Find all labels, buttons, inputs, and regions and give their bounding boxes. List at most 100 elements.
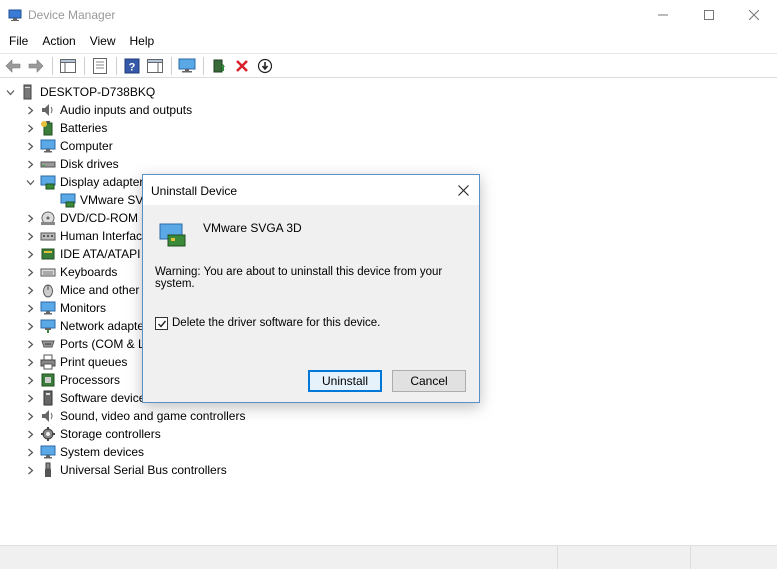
checkmark-icon xyxy=(157,320,166,328)
toolbar: ? xyxy=(0,53,777,78)
tree-item-label: Processors xyxy=(60,373,121,387)
minimize-button[interactable] xyxy=(640,0,686,30)
dialog-close-button[interactable] xyxy=(451,179,475,201)
network-adapter-icon xyxy=(40,319,56,333)
toolbar-separator xyxy=(52,56,53,75)
chevron-right-icon[interactable] xyxy=(24,263,36,281)
device-manager-icon xyxy=(8,9,22,21)
title-bar: Device Manager xyxy=(0,0,777,30)
processor-icon xyxy=(41,373,55,387)
chevron-right-icon[interactable] xyxy=(24,155,36,173)
action-pane-button[interactable] xyxy=(144,55,166,77)
battery-icon xyxy=(41,121,53,136)
dvd-drive-icon xyxy=(41,211,55,225)
tree-item-label: Software devices xyxy=(60,391,152,405)
tree-item-storage[interactable]: Storage controllers xyxy=(24,425,161,443)
chevron-down-icon[interactable] xyxy=(24,173,36,191)
help-button[interactable]: ? xyxy=(121,55,143,77)
tree-item-monitors[interactable]: Monitors xyxy=(24,299,106,317)
storage-controller-icon xyxy=(41,427,55,441)
status-bar xyxy=(0,545,777,569)
tree-item-display-adapters[interactable]: Display adapters xyxy=(24,173,149,191)
scan-hardware-icon xyxy=(257,58,273,73)
tree-item-keyboards[interactable]: Keyboards xyxy=(24,263,117,281)
toolbar-separator xyxy=(116,56,117,75)
chevron-right-icon[interactable] xyxy=(24,353,36,371)
show-hide-console-tree-icon xyxy=(60,58,76,73)
cancel-button[interactable]: Cancel xyxy=(392,370,466,392)
back-arrow-icon xyxy=(5,58,21,73)
chevron-right-icon[interactable] xyxy=(24,407,36,425)
forward-button[interactable] xyxy=(25,55,47,77)
chevron-right-icon[interactable] xyxy=(24,209,36,227)
tree-item-computer[interactable]: Computer xyxy=(24,137,113,155)
device-name: VMware SVGA 3D xyxy=(203,221,302,235)
uninstall-button[interactable]: Uninstall xyxy=(308,370,382,392)
chevron-right-icon[interactable] xyxy=(24,461,36,479)
tree-item-label: Batteries xyxy=(60,121,108,135)
tree-item-network-adapters[interactable]: Network adapters xyxy=(24,317,154,335)
chevron-right-icon[interactable] xyxy=(24,425,36,443)
tree-root-label: DESKTOP-D738BKQ xyxy=(40,85,156,99)
tree-item-batteries[interactable]: Batteries xyxy=(24,119,107,137)
update-driver-button[interactable] xyxy=(208,55,230,77)
menu-file[interactable]: File xyxy=(2,31,35,51)
back-button[interactable] xyxy=(2,55,24,77)
tree-item-usb[interactable]: Universal Serial Bus controllers xyxy=(24,461,227,479)
tree-item-software-devices[interactable]: Software devices xyxy=(24,389,151,407)
properties-button[interactable] xyxy=(89,55,111,77)
chevron-right-icon[interactable] xyxy=(24,245,36,263)
monitor-button[interactable] xyxy=(176,55,198,77)
chevron-right-icon[interactable] xyxy=(24,335,36,353)
chevron-right-icon[interactable] xyxy=(24,119,36,137)
tree-item-print-queues[interactable]: Print queues xyxy=(24,353,127,371)
scan-hardware-button[interactable] xyxy=(254,55,276,77)
warning-text: Warning: You are about to uninstall this… xyxy=(155,266,443,290)
port-icon xyxy=(41,340,55,348)
tree-item-label: Sound, video and game controllers xyxy=(60,409,246,423)
tree-root[interactable]: DESKTOP-D738BKQ xyxy=(4,83,155,101)
toolbar-separator xyxy=(203,56,204,75)
software-device-icon xyxy=(43,390,53,406)
close-button[interactable] xyxy=(731,0,777,30)
mouse-icon xyxy=(43,284,53,298)
svg-text:?: ? xyxy=(129,61,136,73)
ide-controller-icon xyxy=(41,248,55,260)
display-adapter-icon xyxy=(40,175,56,190)
tree-item-label: Network adapters xyxy=(60,319,155,333)
delete-driver-checkbox[interactable] xyxy=(155,317,168,330)
chevron-right-icon[interactable] xyxy=(24,137,36,155)
speaker-icon xyxy=(42,104,53,116)
chevron-down-icon[interactable] xyxy=(4,83,16,101)
delete-driver-checkbox-label[interactable]: Delete the driver software for this devi… xyxy=(172,317,380,329)
properties-icon xyxy=(93,57,107,74)
menu-bar: File Action View Help xyxy=(0,30,777,52)
status-cell xyxy=(690,546,777,569)
tree-item-label: Print queues xyxy=(60,355,128,369)
usb-icon xyxy=(45,462,51,477)
help-icon: ? xyxy=(124,58,140,73)
menu-action[interactable]: Action xyxy=(35,31,82,51)
menu-help[interactable]: Help xyxy=(123,31,162,51)
tree-item-label: Disk drives xyxy=(60,157,119,171)
tree-item-disk-drives[interactable]: Disk drives xyxy=(24,155,119,173)
show-hide-console-tree-button[interactable] xyxy=(57,55,79,77)
uninstall-device-button[interactable] xyxy=(231,55,253,77)
chevron-right-icon[interactable] xyxy=(24,281,36,299)
menu-view[interactable]: View xyxy=(83,31,123,51)
tree-item-processors[interactable]: Processors xyxy=(24,371,120,389)
status-cell xyxy=(557,546,690,569)
chevron-right-icon[interactable] xyxy=(24,101,36,119)
chevron-right-icon[interactable] xyxy=(24,299,36,317)
tree-item-system-devices[interactable]: System devices xyxy=(24,443,144,461)
chevron-right-icon[interactable] xyxy=(24,371,36,389)
tree-item-sound[interactable]: Sound, video and game controllers xyxy=(24,407,245,425)
chevron-right-icon[interactable] xyxy=(24,227,36,245)
close-icon xyxy=(749,10,759,20)
tree-item-audio[interactable]: Audio inputs and outputs xyxy=(24,101,192,119)
chevron-right-icon[interactable] xyxy=(24,317,36,335)
maximize-button[interactable] xyxy=(686,0,732,30)
chevron-right-icon[interactable] xyxy=(24,389,36,407)
chevron-right-icon[interactable] xyxy=(24,443,36,461)
